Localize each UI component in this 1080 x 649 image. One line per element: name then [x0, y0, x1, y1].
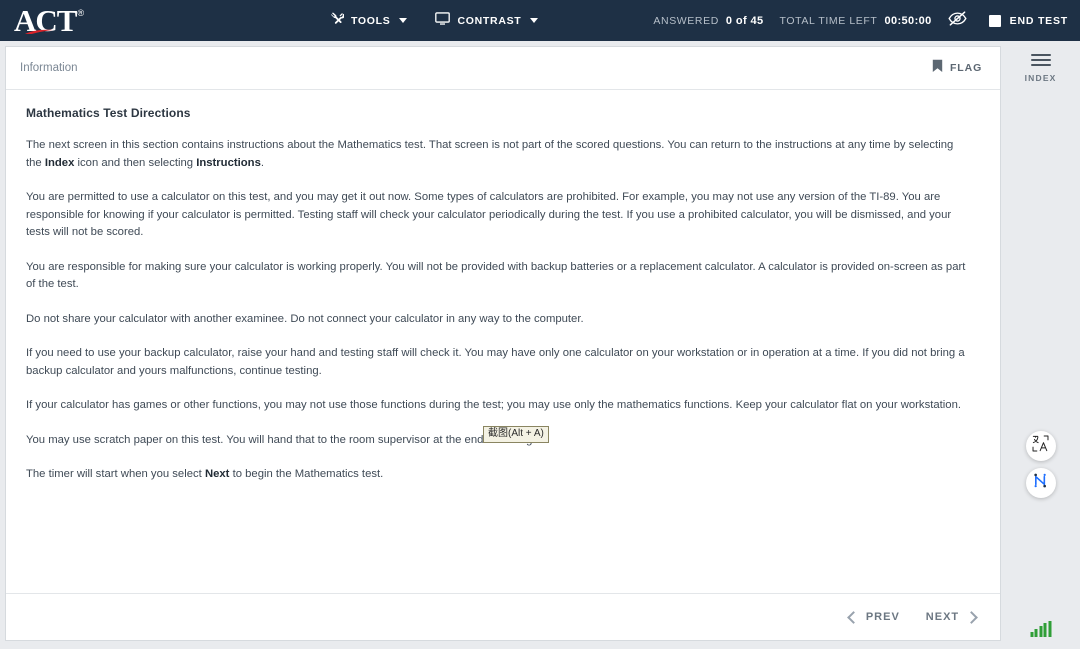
signal-bars-icon[interactable] — [1030, 621, 1052, 637]
paragraph: The timer will start when you select Nex… — [26, 466, 970, 484]
paragraph: If your calculator has games or other fu… — [26, 397, 970, 415]
paragraph: You are permitted to use a calculator on… — [26, 189, 970, 242]
body-text: Do not share your calculator with anothe… — [26, 312, 584, 325]
time-left-value: 00:50:00 — [884, 14, 932, 27]
index-label: INDEX — [1024, 73, 1057, 83]
paragraph: The next screen in this section contains… — [26, 137, 970, 172]
index-button[interactable]: INDEX — [1025, 54, 1057, 83]
body-text: to begin the Mathematics test. — [229, 468, 384, 480]
body-text: You are responsible for making sure your… — [26, 260, 966, 291]
tools-menu-button[interactable]: TOOLS — [330, 12, 408, 29]
directions-passage: Mathematics Test Directions The next scr… — [6, 90, 1000, 593]
prev-button[interactable]: PREV — [846, 610, 900, 624]
end-test-label: END TEST — [1009, 14, 1068, 27]
information-bar: Information FLAG — [6, 47, 1001, 90]
time-left-label: TOTAL TIME LEFT — [779, 14, 878, 27]
prev-label: PREV — [865, 611, 900, 623]
answered-label: ANSWERED — [653, 14, 719, 27]
chevron-left-icon — [846, 610, 860, 624]
emphasis-text: Index — [44, 156, 75, 169]
eye-slash-icon — [948, 10, 967, 31]
translate-button[interactable] — [1025, 431, 1056, 461]
app-header: ACT ® TOOLS CONTRAST ANSWERED 0 of 45 TO… — [0, 0, 1080, 41]
next-button[interactable]: NEXT — [925, 610, 979, 624]
network-button[interactable] — [1025, 468, 1056, 498]
page-title: Mathematics Test Directions — [26, 106, 191, 120]
information-title: Information — [20, 62, 78, 74]
body-text: The timer will start when you select — [26, 468, 205, 480]
monitor-icon — [435, 12, 451, 29]
tools-menu-label: TOOLS — [351, 14, 391, 27]
chevron-down-icon — [530, 18, 539, 23]
body-text: You are permitted to use a calculator on… — [26, 191, 952, 238]
content-card: Information FLAG Mathematics Test Direct… — [5, 46, 1002, 641]
paragraph: You are responsible for making sure your… — [26, 259, 970, 294]
body-text: icon and then selecting — [74, 156, 197, 169]
emphasis-text: Instructions — [196, 156, 261, 169]
stop-square-icon — [988, 14, 1001, 27]
body-text: You may use scratch paper on this test. … — [26, 433, 536, 446]
paragraph: Do not share your calculator with anothe… — [26, 311, 970, 329]
body-text: If you need to use your backup calculato… — [26, 347, 965, 377]
end-test-button[interactable]: END TEST — [988, 14, 1068, 27]
floating-action-buttons — [1025, 431, 1056, 498]
answered-value: 0 of 45 — [725, 14, 764, 27]
flag-button[interactable]: FLAG — [932, 59, 982, 78]
emphasis-text: Next — [204, 468, 230, 480]
header-status-group: ANSWERED 0 of 45 TOTAL TIME LEFT 00:50:0… — [653, 0, 1080, 41]
hamburger-menu-icon — [1030, 54, 1051, 66]
chevron-down-icon — [399, 18, 408, 23]
next-label: NEXT — [925, 611, 960, 623]
right-rail: INDEX — [1001, 41, 1080, 649]
paragraph: If you need to use your backup calculato… — [26, 345, 970, 380]
act-logo-registered-mark: ® — [77, 7, 85, 18]
translate-icon — [1032, 435, 1049, 457]
flag-label: FLAG — [949, 62, 983, 74]
body-text: . — [260, 156, 264, 169]
act-logo: ACT ® — [14, 5, 85, 36]
tools-icon — [330, 12, 345, 29]
act-logo-swoosh — [20, 25, 54, 34]
body-text: If your calculator has games or other fu… — [26, 399, 961, 411]
contrast-menu-button[interactable]: CONTRAST — [435, 12, 539, 29]
main-body: Information FLAG Mathematics Test Direct… — [0, 41, 1080, 649]
footer-navigation: PREV NEXT — [6, 593, 1001, 640]
chevron-right-icon — [965, 610, 979, 624]
contrast-menu-label: CONTRAST — [457, 14, 522, 27]
screenshot-tooltip: 截图(Alt + A) — [483, 426, 549, 443]
header-menus: TOOLS CONTRAST — [330, 0, 539, 41]
hide-timer-button[interactable] — [948, 10, 967, 31]
network-nodes-icon — [1032, 472, 1049, 494]
bookmark-flag-icon — [932, 59, 943, 78]
